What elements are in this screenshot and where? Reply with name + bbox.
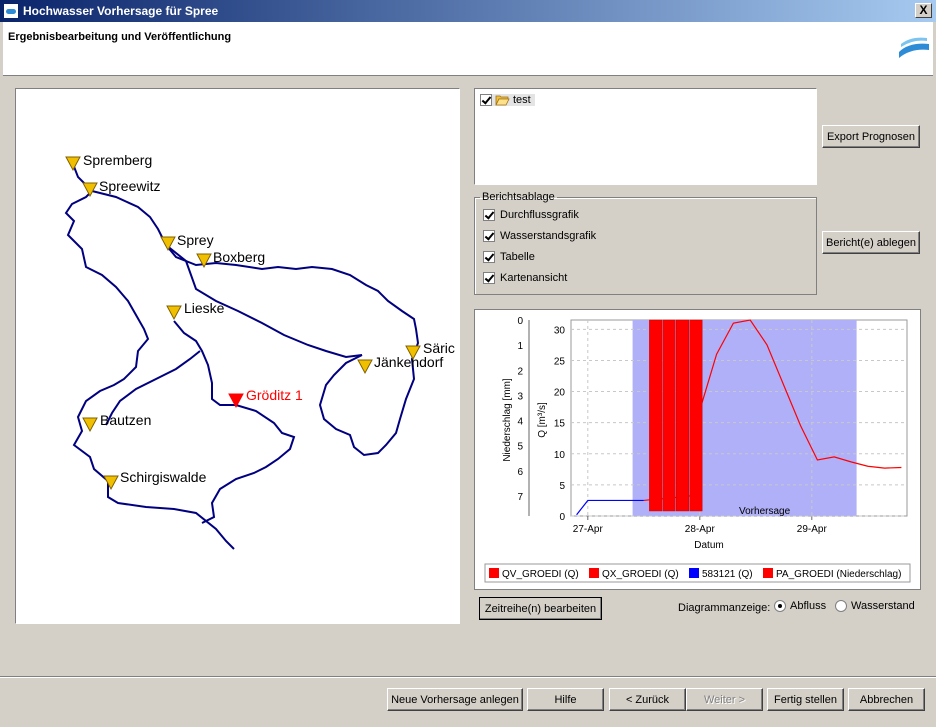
x-axis-label: Datum	[694, 540, 723, 551]
hilfe-button[interactable]: Hilfe	[527, 688, 604, 711]
river-map[interactable]: SprembergSpreewitzSpreyBoxbergLieskeSäri…	[16, 89, 459, 623]
precip-tick-label: 0	[517, 316, 523, 327]
legend-swatch	[489, 568, 499, 578]
checkbox-icon[interactable]	[483, 230, 495, 242]
wave-logo-icon	[899, 37, 929, 58]
station-label: Spremberg	[83, 152, 152, 168]
q-tick-label: 0	[559, 512, 565, 523]
q-tick-label: 15	[554, 419, 566, 430]
fertig-stellen-button[interactable]: Fertig stellen	[767, 688, 844, 711]
precip-tick-label: 4	[517, 417, 523, 428]
check-durchflussgrafik[interactable]: Durchflussgrafik	[483, 209, 579, 221]
station-marker-icon[interactable]	[65, 156, 81, 172]
check-wasserstandsgrafik[interactable]: Wasserstandsgrafik	[483, 230, 596, 242]
check-label: Durchflussgrafik	[500, 209, 579, 221]
tree-panel[interactable]: test	[474, 88, 817, 185]
river-lieske-branch	[173, 320, 296, 524]
precip-bar	[662, 319, 676, 512]
map-panel[interactable]: Spremberg Spreewitz Sprey Boxberg Lieske Säri…	[15, 88, 460, 624]
station-label: Jänkendorf	[374, 354, 443, 370]
precip-tick-label: 6	[517, 467, 523, 478]
x-tick-label: 28-Apr	[685, 524, 716, 535]
q-tick-label: 20	[554, 388, 566, 399]
station-marker-icon[interactable]	[103, 475, 119, 491]
page-subtitle: Ergebnisbearbeitung und Veröffentlichung	[8, 31, 232, 43]
legend-swatch	[589, 568, 599, 578]
chart-panel: 27-Apr 28-Apr 29-Apr 0 5 10 15 20 25 30 0 1 2 3 4 5 6 7 Ni…	[474, 309, 921, 590]
precip-tick-label: 3	[517, 391, 523, 402]
legend-label: QX_GROEDI (Q)	[602, 569, 679, 580]
radio-wasserstand[interactable]: Wasserstand	[835, 600, 915, 612]
radio-label: Wasserstand	[851, 600, 915, 612]
legend-label: PA_GROEDI (Niederschlag)	[776, 569, 901, 580]
checkbox-icon[interactable]	[483, 209, 495, 221]
weiter-button[interactable]: Weiter >	[686, 688, 763, 711]
station-marker-icon[interactable]	[357, 359, 373, 375]
folder-open-icon	[495, 95, 510, 106]
close-button[interactable]: X	[915, 3, 932, 18]
berichtsablage-legend: Berichtsablage	[482, 191, 555, 203]
check-tabelle[interactable]: Tabelle	[483, 251, 535, 263]
x-tick-label: 29-Apr	[797, 524, 828, 535]
footer-separator	[0, 676, 936, 678]
zeitreihe-bearbeiten-button[interactable]: Zeitreihe(n) bearbeiten	[479, 597, 602, 620]
station-label: Bautzen	[100, 412, 151, 428]
precip-bar	[689, 319, 703, 512]
wizard-header: Ergebnisbearbeitung und Veröffentlichung	[3, 22, 933, 76]
check-kartenansicht[interactable]: Kartenansicht	[483, 272, 567, 284]
legend-label: 583121 (Q)	[702, 569, 753, 580]
station-marker-icon[interactable]	[82, 182, 98, 198]
station-marker-icon[interactable]	[166, 305, 182, 321]
check-label: Kartenansicht	[500, 272, 568, 284]
window-titlebar: Hochwasser Vorhersage für Spree X	[0, 0, 936, 22]
station-marker-icon[interactable]	[160, 236, 176, 252]
precip-bar	[676, 319, 689, 512]
radio-icon[interactable]	[835, 600, 847, 612]
check-label: Tabelle	[500, 251, 535, 263]
q-tick-label: 25	[554, 356, 566, 367]
precip-tick-label: 1	[517, 341, 523, 352]
legend-label: QV_GROEDI (Q)	[502, 569, 579, 580]
legend-swatch	[763, 568, 773, 578]
station-label: Sprey	[177, 232, 214, 248]
station-label: Gröditz 1	[246, 387, 303, 403]
precip-tick-label: 7	[517, 492, 523, 503]
station-label: Spreewitz	[99, 178, 160, 194]
tree-item-test[interactable]: test	[480, 94, 535, 106]
station-label: Schirgiswalde	[120, 469, 207, 485]
radio-icon[interactable]	[774, 600, 786, 612]
station-label: Boxberg	[213, 249, 265, 265]
y-axis-label-left: Niederschlag [mm]	[502, 378, 513, 462]
legend-swatch	[689, 568, 699, 578]
neue-vorhersage-button[interactable]: Neue Vorhersage anlegen	[387, 688, 523, 711]
river-spree-main	[64, 163, 235, 550]
x-tick-label: 27-Apr	[573, 524, 604, 535]
hydrograph-chart: 27-Apr 28-Apr 29-Apr 0 5 10 15 20 25 30 0 1 2 3 4 5 6 7 Ni…	[484, 316, 911, 583]
export-prognosen-button[interactable]: Export Prognosen	[822, 125, 920, 148]
zurueck-button[interactable]: < Zurück	[609, 688, 686, 711]
window-title: Hochwasser Vorhersage für Spree	[23, 4, 219, 18]
radio-abfluss[interactable]: Abfluss	[774, 600, 826, 612]
precip-tick-label: 5	[517, 442, 523, 453]
q-tick-label: 5	[559, 481, 565, 492]
radio-label: Abfluss	[790, 600, 827, 612]
q-tick-label: 30	[554, 325, 566, 336]
precip-bar	[649, 319, 663, 512]
app-icon	[3, 3, 19, 19]
tree-item-label: test	[513, 94, 531, 106]
checkbox-icon[interactable]	[483, 251, 495, 263]
q-tick-label: 10	[554, 450, 566, 461]
y-axis-label-right: Q [m³/s]	[537, 402, 548, 438]
tree-checkbox[interactable]	[480, 94, 492, 106]
diagrammanzeige-label: Diagrammanzeige:	[678, 602, 771, 614]
precip-tick-label: 2	[517, 366, 523, 377]
checkbox-icon[interactable]	[483, 272, 495, 284]
forecast-label: Vorhersage	[739, 506, 791, 517]
berichte-ablegen-button[interactable]: Bericht(e) ablegen	[822, 231, 920, 254]
station-label: Lieske	[184, 300, 225, 316]
check-label: Wasserstandsgrafik	[500, 230, 597, 242]
station-marker-icon[interactable]	[82, 417, 98, 433]
abbrechen-button[interactable]: Abbrechen	[848, 688, 925, 711]
